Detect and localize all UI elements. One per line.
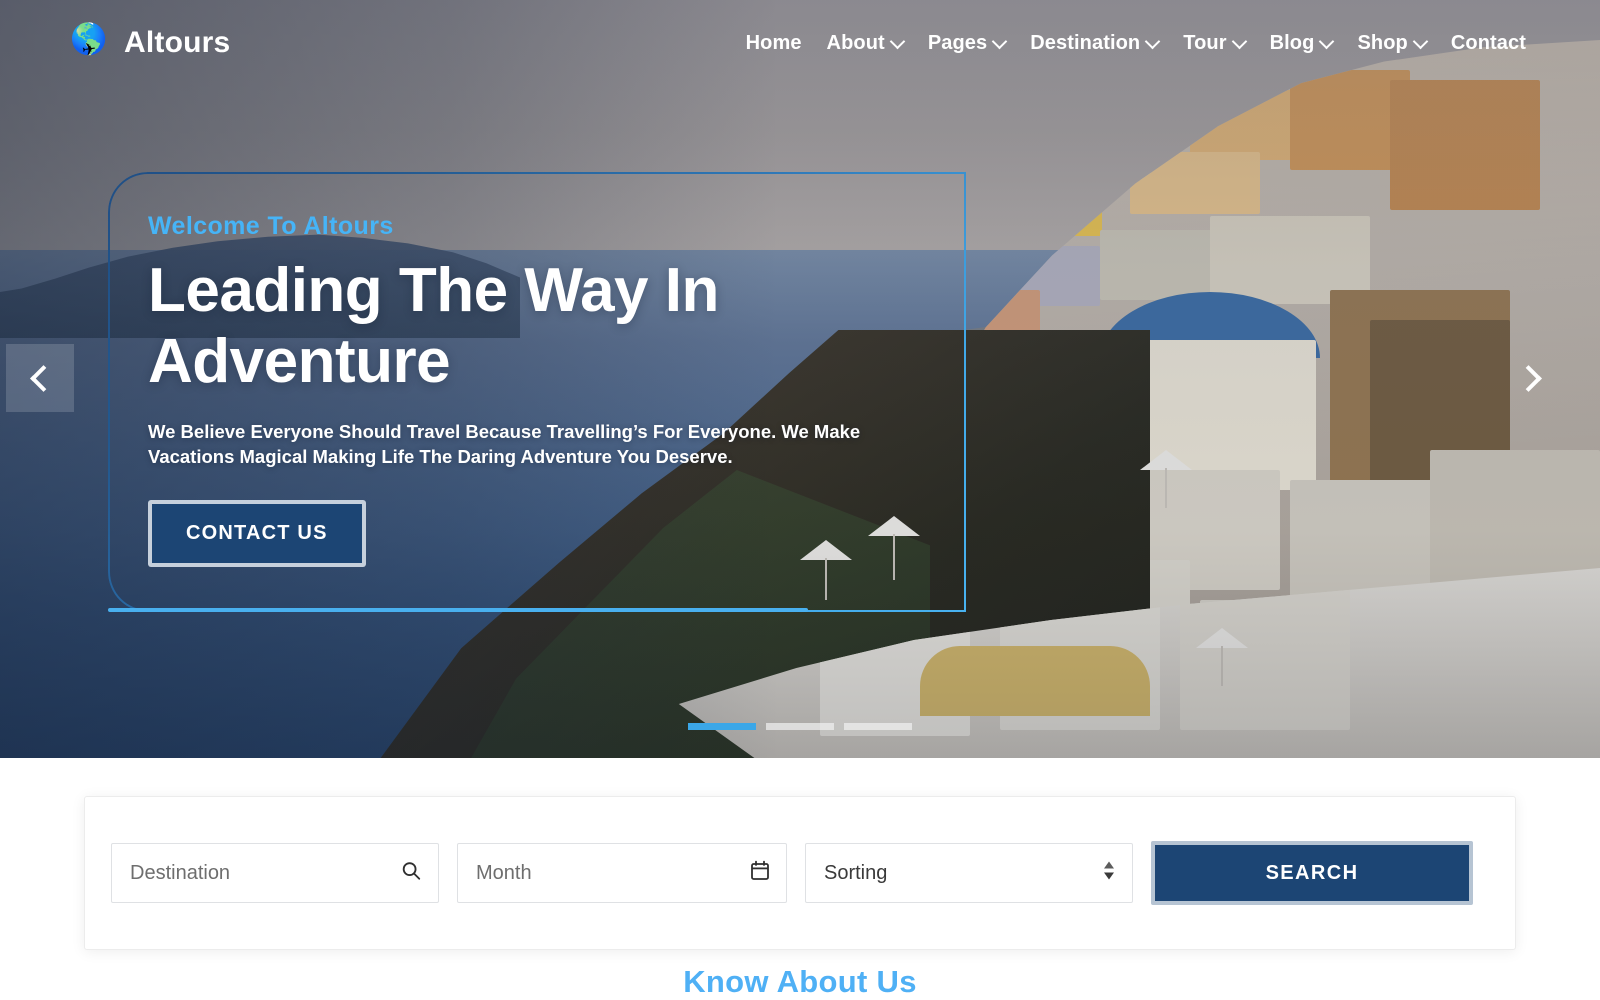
about-eyebrow: Know About Us [683,964,917,999]
nav-item-blog[interactable]: Blog [1270,32,1333,55]
chevron-down-icon [1415,36,1426,47]
carousel-dot-1[interactable] [688,723,756,730]
hero-content: Welcome To Altours Leading The Way In Ad… [148,212,1048,567]
globe-airplane-icon: 🌎 ✈ [70,23,110,63]
calendar-icon[interactable] [750,860,770,886]
nav-label: Home [745,31,802,54]
brand-logo-group[interactable]: 🌎 ✈ Altours [70,23,230,63]
chevron-down-icon [1147,36,1158,47]
search-button[interactable]: SEARCH [1151,841,1473,905]
nav-label: Contact [1450,31,1526,54]
hero-eyebrow: Welcome To Altours [148,212,394,240]
search-card: Sorting SEARCH [84,796,1516,950]
month-field[interactable] [457,843,787,903]
main-navigation: Home About Pages Destination Tour Blog S… [746,32,1526,55]
sort-updown-icon [1102,860,1116,887]
nav-item-contact[interactable]: Contact [1451,32,1526,55]
carousel-next-button[interactable] [1494,344,1562,412]
search-icon [400,860,422,887]
page-title: Leading The Way In Adventure [148,256,719,397]
carousel-pagination [688,723,912,730]
tour-search-section: Sorting SEARCH [0,758,1600,958]
site-header: 🌎 ✈ Altours Home About Pages Destination [0,0,1600,86]
chevron-down-icon [892,36,903,47]
nav-label: Shop [1357,31,1408,54]
hero-frame-underline [108,608,808,612]
month-input[interactable] [476,844,768,902]
chevron-down-icon [1321,36,1332,47]
destination-field[interactable] [111,843,439,903]
brand-name: Altours [124,26,231,59]
destination-input[interactable] [130,844,420,902]
hero-subtitle: We Believe Everyone Should Travel Becaus… [148,420,861,467]
nav-item-home[interactable]: Home [746,32,802,55]
nav-label: Pages [927,31,988,54]
chevron-right-icon [1519,369,1537,387]
nav-item-destination[interactable]: Destination [1030,32,1158,55]
nav-label: Tour [1183,31,1227,54]
carousel-prev-button[interactable] [6,344,74,412]
nav-item-about[interactable]: About [827,32,903,55]
nav-item-shop[interactable]: Shop [1357,32,1425,55]
nav-label: Destination [1030,31,1141,54]
sorting-field[interactable]: Sorting [805,843,1133,903]
nav-label: About [826,31,885,54]
contact-us-button[interactable]: CONTACT US [148,499,366,567]
carousel-dot-3[interactable] [844,723,912,730]
sorting-select[interactable]: Sorting [824,844,1114,902]
about-section-peek: Know About Us [0,958,1600,1000]
chevron-left-icon [31,369,49,387]
chevron-down-icon [1234,36,1245,47]
nav-item-pages[interactable]: Pages [928,32,1005,55]
carousel-dot-2[interactable] [766,723,834,730]
chevron-down-icon [994,36,1005,47]
nav-item-tour[interactable]: Tour [1183,32,1244,55]
airplane-icon: ✈ [80,39,98,60]
nav-label: Blog [1269,31,1315,54]
hero-carousel: 🌎 ✈ Altours Home About Pages Destination [0,0,1600,758]
